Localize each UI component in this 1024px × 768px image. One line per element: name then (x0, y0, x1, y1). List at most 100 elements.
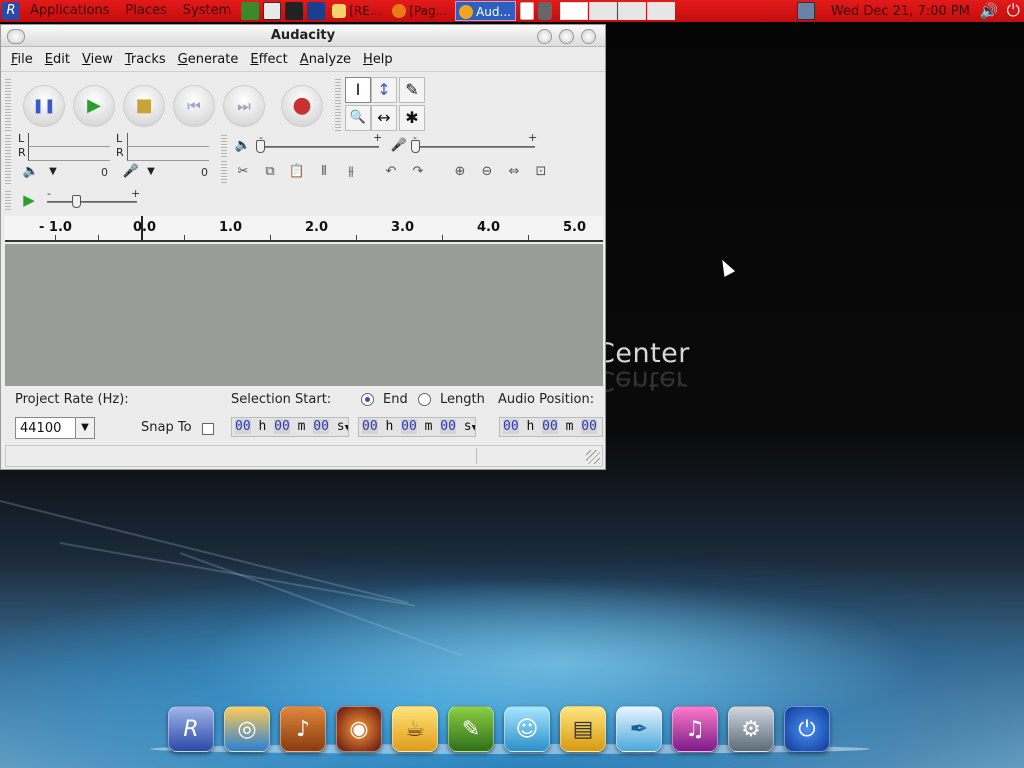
taskbar-item-browser[interactable]: [Pag... (389, 1, 451, 21)
record-meter-dropdown-icon[interactable]: ▼ (139, 161, 163, 183)
menu-generate[interactable]: Generate (172, 52, 245, 67)
show-desktop-icon[interactable] (519, 2, 534, 20)
zoom-out-button[interactable]: ⊖ (475, 161, 499, 183)
selection-tool-button[interactable]: I (345, 77, 371, 103)
time-shift-tool-button[interactable]: ↔ (371, 105, 397, 131)
toolbar-grip[interactable] (221, 133, 227, 157)
input-volume-slider[interactable] (411, 140, 420, 153)
panel-menu-applications[interactable]: Applications (22, 0, 117, 22)
ruler-tick-label: 5.0 (563, 220, 587, 235)
selection-start-time[interactable]: 00 h 00 m 00 s▼ (231, 417, 349, 437)
settings-icon[interactable]: ⚙ (728, 706, 774, 752)
format-dropdown-icon[interactable]: ▼ (472, 423, 475, 433)
trim-button[interactable]: ⫴ (312, 161, 336, 183)
output-volume-slider[interactable] (256, 140, 265, 153)
browser-icon[interactable]: ◎ (224, 706, 270, 752)
feather-icon[interactable]: ✒ (616, 706, 662, 752)
audio-position-time[interactable]: 00 h 00 m 00 s (499, 417, 603, 437)
terminal-launcher-icon[interactable] (241, 2, 260, 20)
minimize-icon[interactable] (537, 29, 552, 44)
zoom-tool-button[interactable]: 🔍 (345, 105, 371, 131)
coffee-icon[interactable]: ☕ (392, 706, 438, 752)
close-icon[interactable] (581, 29, 596, 44)
menu-view[interactable]: View (76, 52, 119, 67)
menu-help[interactable]: Help (357, 52, 399, 67)
network-icon[interactable] (796, 2, 815, 20)
clock[interactable]: Wed Dec 21, 7:00 PM (825, 4, 976, 19)
skip-to-end-button[interactable]: ⏭ (223, 85, 265, 127)
seconds-digits: 00 (440, 419, 456, 434)
meter-left-label: L (116, 132, 123, 145)
end-radio[interactable] (361, 393, 374, 406)
toolbar-grip[interactable] (335, 77, 341, 131)
play-button[interactable]: ▶ (73, 85, 115, 127)
workspace-3[interactable] (617, 2, 646, 20)
playhead-marker[interactable] (141, 216, 143, 240)
track-panel[interactable] (5, 244, 603, 386)
menu-edit[interactable]: Edit (39, 52, 76, 67)
power-icon[interactable]: ⏻ (1003, 1, 1024, 21)
panel-menu-system[interactable]: System (175, 0, 239, 22)
record-meter-value: 0 (201, 166, 208, 179)
stop-button[interactable]: ■ (123, 85, 165, 127)
menu-analyze[interactable]: Analyze (294, 52, 357, 67)
length-radio[interactable] (418, 393, 431, 406)
silence-button[interactable]: ⫵ (339, 161, 363, 183)
piano-launcher-icon[interactable] (263, 2, 282, 20)
toolbar-grip[interactable] (5, 189, 11, 211)
toolbar-grip[interactable] (5, 77, 11, 135)
record-button[interactable]: ● (281, 85, 323, 127)
messenger-icon[interactable]: ☺ (504, 706, 550, 752)
skip-to-start-button[interactable]: ⏮ (173, 85, 215, 127)
fit-project-button[interactable]: ⊡ (529, 161, 553, 183)
speed-slider[interactable] (72, 195, 81, 208)
taskbar-item-document[interactable]: [RE... (329, 1, 385, 21)
paste-button[interactable]: 📋 (285, 161, 309, 183)
record-meter-left (127, 133, 209, 147)
cut-button[interactable]: ✂ (231, 161, 255, 183)
workspace-2[interactable] (588, 2, 617, 20)
office-icon[interactable]: ▤ (560, 706, 606, 752)
guitar-icon[interactable]: ♪ (280, 706, 326, 752)
copy-button[interactable]: ⧉ (258, 161, 282, 183)
envelope-tool-button[interactable]: ↕ (371, 77, 397, 103)
distro-logo-icon[interactable]: R (2, 2, 20, 20)
zoom-in-button[interactable]: ⊕ (448, 161, 472, 183)
taskbar-item-audacity[interactable]: Aud... (455, 1, 516, 21)
pause-button[interactable]: ❚❚ (23, 85, 65, 127)
redo-button[interactable]: ↷ (406, 161, 430, 183)
menu-file[interactable]: File (5, 52, 39, 67)
workspace-1[interactable] (559, 2, 588, 20)
window-title-bar[interactable]: Audacity (1, 25, 605, 47)
resize-grip-icon[interactable] (586, 450, 600, 464)
power-button-icon[interactable]: ⏻ (784, 706, 830, 752)
timeline-ruler[interactable]: - 1.0 0.0 1.0 2.0 3.0 4.0 5.0 (5, 216, 603, 242)
playback-meter-dropdown-icon[interactable]: ▼ (41, 161, 65, 183)
maximize-icon[interactable] (559, 29, 574, 44)
trash-icon[interactable] (537, 2, 552, 20)
panel-menu-places[interactable]: Places (117, 0, 174, 22)
image-editor-icon[interactable]: ✎ (448, 706, 494, 752)
media-launcher-icon[interactable] (307, 2, 326, 20)
redflag-icon[interactable]: R (168, 706, 214, 752)
wallpaper-streak (179, 552, 463, 657)
menu-effect[interactable]: Effect (244, 52, 293, 67)
music-icon[interactable]: ♫ (672, 706, 718, 752)
menu-tracks[interactable]: Tracks (119, 52, 172, 67)
format-dropdown-icon[interactable]: ▼ (345, 423, 348, 433)
workspace-4[interactable] (646, 2, 675, 20)
undo-button[interactable]: ↶ (379, 161, 403, 183)
audio-editor-launcher-icon[interactable] (285, 2, 304, 20)
play-at-speed-button[interactable]: ▶ (17, 189, 41, 211)
multi-tool-button[interactable]: ✱ (399, 105, 425, 131)
toolbar-grip[interactable] (5, 133, 11, 185)
project-rate-dropdown-icon[interactable]: ▼ (75, 417, 95, 439)
hours-unit: h (526, 419, 535, 434)
media-player-icon[interactable]: ◉ (336, 706, 382, 752)
selection-end-time[interactable]: 00 h 00 m 00 s▼ (358, 417, 476, 437)
fit-selection-button[interactable]: ⇔ (502, 161, 526, 183)
volume-icon[interactable]: 🔊 (976, 2, 1003, 20)
snap-to-checkbox[interactable] (202, 423, 214, 435)
draw-tool-button[interactable]: ✎ (399, 77, 425, 103)
toolbar-grip[interactable] (221, 159, 227, 183)
